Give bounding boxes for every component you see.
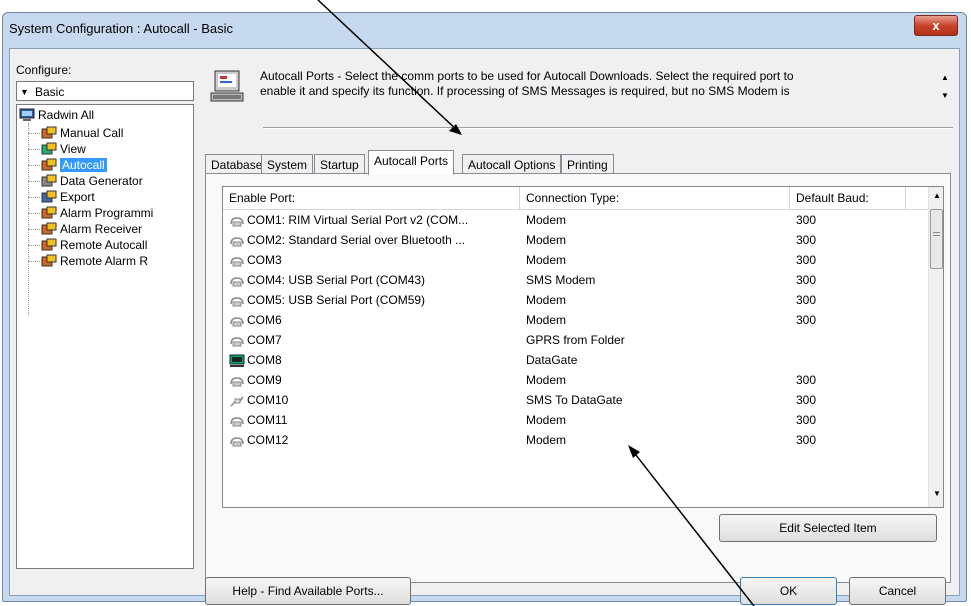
tab-autocall-ports[interactable]: Autocall Ports	[368, 150, 455, 175]
annotation-arrow-tab	[317, 0, 460, 133]
annotation-arrow-sms	[631, 449, 755, 606]
annotation-arrows	[317, 0, 755, 606]
annotation-arrowhead-sms	[628, 445, 640, 458]
annotation-arrowhead-tab	[449, 124, 462, 135]
